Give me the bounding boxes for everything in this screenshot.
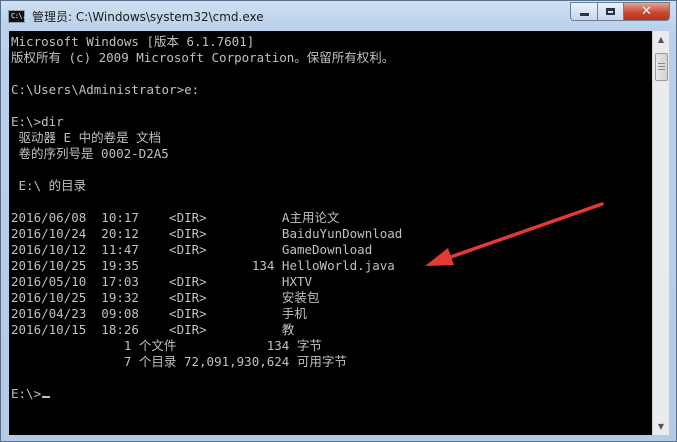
maximize-icon <box>606 8 615 15</box>
minimize-icon <box>579 13 589 16</box>
window-controls: ✕ <box>570 2 670 22</box>
console-line: 2016/10/24 20:12 <DIR> BaiduYunDownload <box>11 226 403 241</box>
console-line: Microsoft Windows [版本 6.1.7601] <box>11 34 255 49</box>
console-line: E:\> <box>11 386 51 402</box>
console-line: 7 个目录 72,091,930,624 可用字节 <box>11 354 347 369</box>
scroll-thumb[interactable] <box>655 53 668 81</box>
console-line: 1 个文件 134 字节 <box>11 338 322 353</box>
console-output[interactable]: Microsoft Windows [版本 6.1.7601] 版权所有 (c) … <box>9 31 652 435</box>
cmd-app-icon[interactable]: C:\. <box>8 10 26 23</box>
close-icon: ✕ <box>641 4 652 19</box>
console-line: E:\>dir <box>11 114 64 129</box>
text-cursor <box>42 396 51 398</box>
console-line: 2016/10/12 11:47 <DIR> GameDownload <box>11 242 373 257</box>
vertical-scrollbar[interactable]: ▲ ▼ <box>652 31 669 435</box>
console-line: C:\Users\Administrator>e: <box>11 82 200 97</box>
cmd-window: C:\. 管理员: C:\Windows\system32\cmd.exe ✕ … <box>0 0 677 442</box>
console-line: 驱动器 E 中的卷是 文档 <box>11 130 162 145</box>
window-title: 管理员: C:\Windows\system32\cmd.exe <box>32 10 264 24</box>
console-line: 版权所有 (c) 2009 Microsoft Corporation。保留所有… <box>11 50 395 65</box>
console-line: 2016/10/25 19:32 <DIR> 安装包 <box>11 290 320 305</box>
console-line: 2016/10/15 18:26 <DIR> 教 <box>11 322 295 337</box>
console-line: 2016/04/23 09:08 <DIR> 手机 <box>11 306 307 321</box>
close-button[interactable]: ✕ <box>623 2 670 21</box>
console-line: 2016/10/25 19:35 134 HelloWorld.java <box>11 258 395 273</box>
scroll-up-icon[interactable]: ▲ <box>653 31 669 48</box>
minimize-button[interactable] <box>570 2 597 21</box>
title-bar[interactable]: C:\. 管理员: C:\Windows\system32\cmd.exe ✕ <box>1 1 677 31</box>
maximize-button[interactable] <box>597 2 623 21</box>
console-line: 2016/05/10 17:03 <DIR> HXTV <box>11 274 313 289</box>
console-line: E:\ 的目录 <box>11 178 87 193</box>
console-line: 卷的序列号是 0002-D2A5 <box>11 146 169 161</box>
console-line: 2016/06/08 10:17 <DIR> A主用论文 <box>11 210 340 225</box>
scroll-down-icon[interactable]: ▼ <box>653 418 669 435</box>
